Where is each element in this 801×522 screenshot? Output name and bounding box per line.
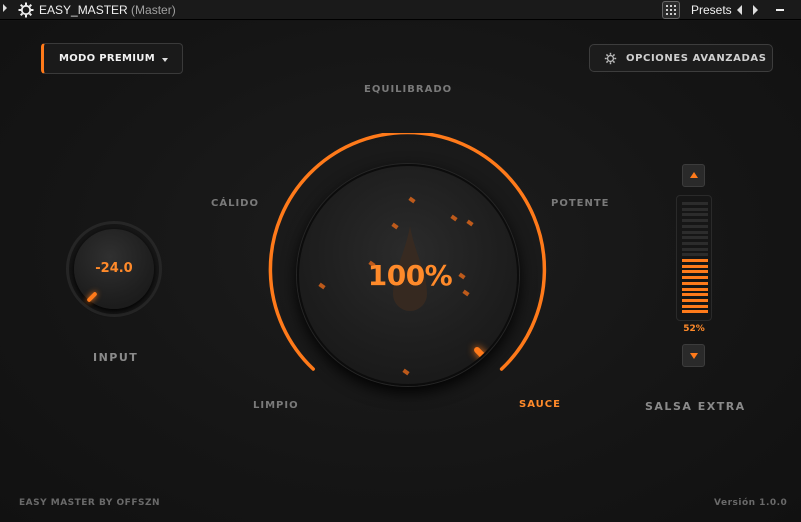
salsa-meter-segment [682,219,708,223]
arrow-up-icon [690,172,698,178]
app-name: EASY_MASTER [39,3,128,17]
advanced-options-button[interactable]: OPCIONES AVANZADAS [589,44,773,72]
tone-label-potente[interactable]: POTENTE [551,198,610,209]
collapse-arrow-icon[interactable] [3,4,7,12]
dial-spark [402,368,410,376]
salsa-meter-segment [682,236,708,240]
advanced-options-label: OPCIONES AVANZADAS [626,53,767,64]
salsa-meter-segment [682,281,708,285]
salsa-meter-segment [682,304,708,308]
gear-icon[interactable] [18,2,34,18]
salsa-meter-segment [682,241,708,245]
salsa-meter-segment [682,213,708,217]
dial-spark [450,214,458,222]
salsa-meter-segment [682,298,708,302]
window-title: EASY_MASTER (Master) [39,3,176,17]
salsa-meter-segment [682,202,708,205]
settings-icon [604,52,617,65]
salsa-meter[interactable] [676,195,712,321]
dial-spark [466,219,474,227]
salsa-up-button[interactable] [682,164,705,187]
host-titlebar: EASY_MASTER (Master) Presets [0,0,801,20]
track-name: (Master) [131,3,176,17]
minimize-icon[interactable] [776,9,784,11]
footer-brand: EASY MASTER BY OFFSZN [19,498,161,508]
salsa-meter-segment [682,224,708,228]
presets-label[interactable]: Presets [691,3,732,17]
input-knob-indicator [86,291,98,303]
salsa-meter-segment [682,270,708,274]
tone-label-equilibrado[interactable]: EQUILIBRADO [364,84,452,95]
salsa-value: 52% [683,324,705,334]
plugin-panel: MODO PREMIUM OPCIONES AVANZADAS EQUILIBR… [0,21,801,522]
salsa-meter-segment [682,207,708,211]
salsa-meter-segment [682,264,708,268]
footer-version: Versión 1.0.0 [714,498,788,508]
salsa-meter-segment [682,287,708,291]
salsa-label: SALSA EXTRA [645,400,746,413]
main-dial[interactable]: 100% [297,164,519,386]
mode-label: MODO PREMIUM [59,53,155,64]
dial-spark [408,196,416,204]
salsa-meter-segment [682,247,708,251]
mode-dropdown[interactable]: MODO PREMIUM [41,43,183,74]
input-label: INPUT [93,351,139,364]
chevron-left-icon[interactable] [737,5,742,15]
salsa-meter-segment [682,253,708,257]
chevron-right-icon[interactable] [753,5,758,15]
preset-grid-icon[interactable] [662,1,680,19]
tone-label-calido[interactable]: CÁLIDO [211,198,259,209]
input-value: -24.0 [95,261,133,276]
salsa-meter-segment [682,230,708,234]
salsa-meter-segment [682,293,708,297]
salsa-down-button[interactable] [682,344,705,367]
salsa-meter-segment [682,259,708,262]
main-dial-value: 100% [367,259,453,292]
arrow-down-icon [690,353,698,359]
salsa-meter-segment [682,276,708,280]
input-knob[interactable]: -24.0 [74,229,154,309]
caret-down-icon [162,58,168,62]
salsa-meter-segment [682,310,708,314]
